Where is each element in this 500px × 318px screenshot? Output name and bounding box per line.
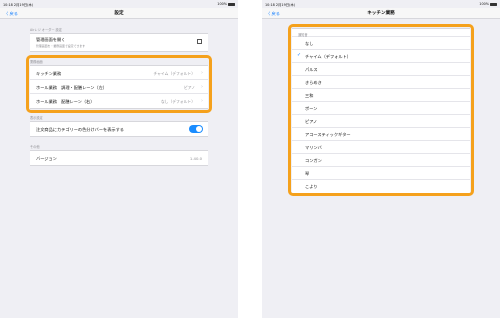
kitchen-sound-screen: 10:18 2月19日(木) 100% 〈 戻る キッチン業務 通知音 なし ✓ チ… (262, 0, 500, 318)
chevron-right-icon: › (201, 97, 203, 104)
section-header-display: 表示設定 (30, 116, 43, 120)
nav-bar: 〈 戻る キッチン業務 (262, 8, 500, 19)
version-row: バージョン 1.40.0 (30, 151, 208, 165)
page-title: 設定 (114, 11, 124, 17)
kitchen-sound-value: チャイム（デフォルト） (153, 70, 195, 76)
hall-right-sound-row[interactable]: ホール業務 配膳レーン（右） なし（デフォルト） › (30, 94, 208, 108)
settings-screen: 10:18 2月19日(木) 100% 〈 戻る 設定 Airレジ オーダー 設… (0, 0, 238, 318)
sound-option-label: 三和 (305, 93, 314, 98)
hall-left-sound-value: ピアノ (183, 84, 195, 90)
sound-option-row[interactable]: アコースティックギター (292, 128, 470, 141)
section-header-info: その他 (30, 145, 40, 149)
sound-option-label: ポーン (305, 106, 318, 111)
version-value: 1.40.0 (189, 155, 202, 161)
external-link-icon (197, 38, 203, 44)
battery-icon (228, 2, 235, 6)
section-header-order: Airレジ オーダー 設定 (30, 28, 62, 32)
sound-option-label: チャイム（デフォルト） (305, 54, 351, 59)
sound-option-row[interactable]: きらめき (292, 76, 470, 89)
status-right: 100% (479, 2, 497, 6)
version-label: バージョン (36, 155, 57, 161)
picker-header: 通知音 (292, 29, 470, 37)
chevron-right-icon: › (201, 83, 203, 90)
category-color-label: 注文商品にカテゴリーの色分けバーを表示する (36, 126, 124, 132)
sound-option-row[interactable]: こより (292, 180, 470, 193)
status-bar: 10:18 2月19日(木) 100% (0, 0, 238, 8)
open-management-row[interactable]: 管理画面を開く 管理画面を・業務画面で設定できます (30, 34, 208, 51)
status-time: 10:18 2月19日(木) (265, 3, 296, 7)
sound-option-label: こより (305, 184, 318, 189)
sound-option-label: なし (305, 41, 314, 46)
checkmark-icon: ✓ (297, 53, 302, 59)
sound-option-label: パルス (305, 67, 318, 72)
sound-option-row[interactable]: 琴 (292, 167, 470, 180)
sound-option-label: コンガン (305, 158, 322, 163)
sound-option-label: きらめき (305, 80, 322, 85)
sound-option-row[interactable]: ピアノ (292, 115, 470, 128)
category-color-row: 注文商品にカテゴリーの色分けバーを表示する (30, 122, 208, 136)
nav-bar: 〈 戻る 設定 (0, 8, 238, 19)
kitchen-sound-row[interactable]: キッチン業務 チャイム（デフォルト） › (30, 66, 208, 80)
sound-option-row[interactable]: パルス (292, 63, 470, 76)
sound-option-label: 琴 (305, 171, 310, 176)
sound-option-label: アコースティックギター (305, 132, 351, 137)
hall-left-sound-label: ホール業務 調理・配膳レーン（左） (36, 84, 107, 90)
sound-option-label: ピアノ (305, 119, 318, 124)
sound-option-row[interactable]: なし (292, 37, 470, 50)
status-bar: 10:18 2月19日(木) 100% (262, 0, 500, 8)
sound-option-row[interactable]: マリンバ (292, 141, 470, 154)
group-display-settings: 注文商品にカテゴリーの色分けバーを表示する (30, 121, 208, 137)
open-management-sub: 管理画面を・業務画面で設定できます (36, 43, 86, 48)
status-time: 10:18 2月19日(木) (3, 3, 34, 7)
hall-right-sound-label: ホール業務 配膳レーン（右） (36, 98, 95, 104)
section-header-sound: 業務画面 (30, 60, 43, 64)
sound-option-row[interactable]: ポーン (292, 102, 470, 115)
sound-option-label: マリンバ (305, 145, 322, 150)
category-color-toggle[interactable] (189, 125, 203, 133)
sound-option-row[interactable]: コンガン (292, 154, 470, 167)
sound-option-row[interactable]: ✓ チャイム（デフォルト） (292, 50, 470, 63)
kitchen-sound-label: キッチン業務 (36, 70, 62, 76)
group-info: バージョン 1.40.0 (30, 150, 208, 166)
hall-left-sound-row[interactable]: ホール業務 調理・配膳レーン（左） ピアノ › (30, 80, 208, 94)
battery-icon (490, 2, 497, 6)
status-right: 100% (217, 2, 235, 6)
sound-picker-list: 通知音 なし ✓ チャイム（デフォルト） パルスきらめき三和ポーンピアノアコースティッ… (292, 28, 470, 194)
chevron-right-icon: › (201, 69, 203, 76)
open-management-label: 管理画面を開く (36, 37, 66, 42)
hall-right-sound-value: なし（デフォルト） (160, 98, 195, 104)
sound-option-row[interactable]: 三和 (292, 89, 470, 102)
page-title: キッチン業務 (367, 11, 395, 17)
group-order-management: 管理画面を開く 管理画面を・業務画面で設定できます (30, 33, 208, 52)
group-sound-settings: キッチン業務 チャイム（デフォルト） › ホール業務 調理・配膳レーン（左） ピ… (30, 65, 208, 109)
